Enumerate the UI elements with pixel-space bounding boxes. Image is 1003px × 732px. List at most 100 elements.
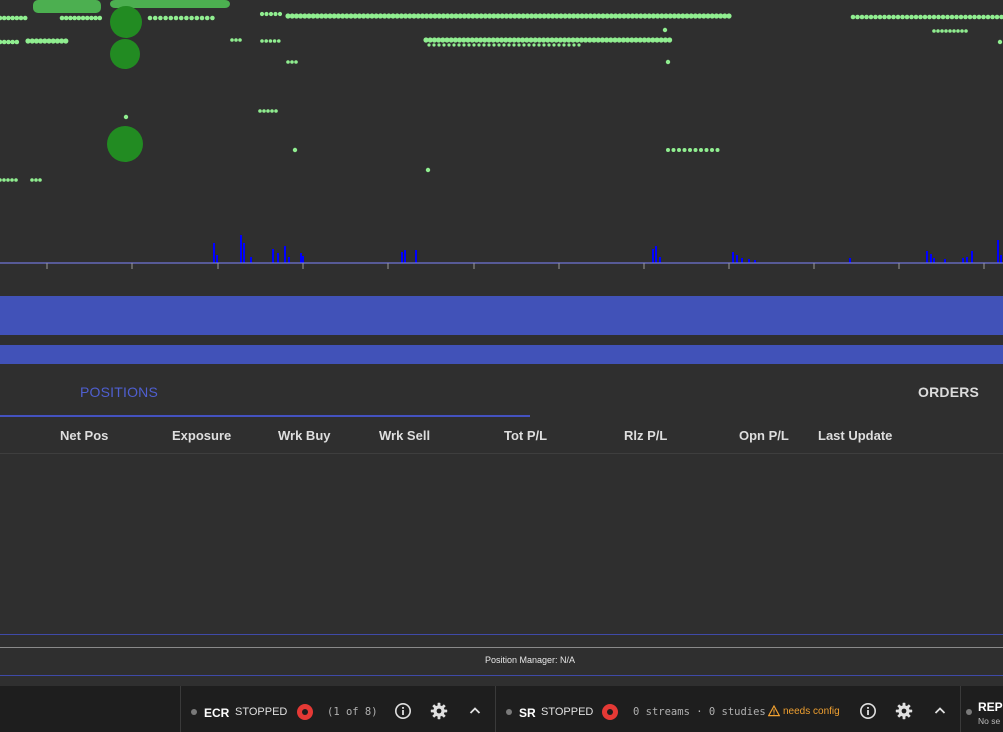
gear-icon[interactable] — [895, 702, 913, 720]
active-tab-indicator — [0, 415, 530, 417]
col-last-update[interactable]: Last Update — [818, 428, 892, 443]
trade-dot — [507, 43, 511, 47]
trade-dot — [268, 39, 273, 43]
status-bar: ECR STOPPED (1 of 8) SR STOPPED 0 stream… — [0, 686, 1003, 732]
trade-dot — [913, 14, 919, 20]
gear-icon[interactable] — [430, 702, 448, 720]
col-exposure[interactable]: Exposure — [172, 428, 231, 443]
trade-dot — [900, 14, 905, 20]
trade-dot — [30, 178, 34, 182]
trade-dot — [567, 43, 571, 47]
trade-dot — [477, 43, 481, 47]
trade-dot — [266, 109, 270, 113]
tab-positions[interactable]: POSITIONS — [80, 384, 158, 400]
status-divider — [960, 686, 961, 732]
trade-dot — [688, 148, 692, 152]
trade-block — [140, 0, 230, 8]
trade-dot — [10, 15, 15, 21]
volume-bar — [277, 253, 279, 263]
col-wrk-sell[interactable]: Wrk Sell — [379, 428, 430, 443]
trade-dot — [662, 27, 668, 33]
trade-dot — [258, 109, 262, 113]
volume-bar — [997, 240, 999, 263]
trade-dot — [84, 15, 90, 21]
trade-dot — [178, 15, 184, 21]
sr-status-dot — [506, 709, 512, 715]
trade-dot — [472, 43, 476, 47]
col-opn-pl[interactable]: Opn P/L — [739, 428, 789, 443]
chevron-up-icon[interactable] — [466, 702, 484, 720]
trade-dot — [147, 15, 153, 21]
volume-bar — [962, 258, 964, 263]
trade-dot — [1, 15, 7, 21]
info-icon[interactable] — [859, 702, 877, 720]
trade-dot — [38, 178, 42, 182]
trade-dot — [487, 43, 491, 47]
tab-orders[interactable]: ORDERS — [918, 384, 979, 400]
trade-dot — [693, 148, 698, 152]
col-rlz-pl[interactable]: Rlz P/L — [624, 428, 667, 443]
volume-bar — [284, 246, 286, 263]
trade-block — [33, 0, 101, 13]
trade-dot — [14, 178, 18, 182]
trade-dot — [268, 11, 274, 17]
volume-bar — [966, 257, 968, 263]
trade-dot — [671, 148, 676, 152]
volume-bar — [240, 235, 242, 263]
volume-bar — [659, 257, 661, 263]
trade-dot — [204, 15, 210, 21]
trade-dot — [948, 29, 952, 33]
trade-dot — [59, 15, 65, 21]
col-net-pos[interactable]: Net Pos — [60, 428, 108, 443]
col-tot-pl[interactable]: Tot P/L — [504, 428, 547, 443]
trade-dot — [63, 38, 69, 44]
trade-dot — [522, 43, 526, 47]
trade-dot — [710, 148, 714, 152]
trade-dot — [286, 60, 290, 64]
positions-orders-tabs: POSITIONS ORDERS — [0, 370, 1003, 418]
sr-name: SR — [519, 706, 536, 720]
chart-navigator-band[interactable] — [0, 345, 1003, 364]
trade-dot — [990, 14, 995, 20]
trade-dot — [936, 14, 941, 20]
chart-scrollbar-band[interactable] — [0, 296, 1003, 335]
price-chart[interactable] — [0, 0, 1003, 272]
trade-dot — [234, 38, 238, 42]
volume-bar — [216, 255, 218, 263]
volume-bar — [272, 249, 274, 263]
trade-dot — [976, 14, 982, 20]
trade-dot — [873, 14, 878, 20]
trade-dot — [972, 14, 977, 20]
trade-dot — [63, 15, 69, 21]
trade-dot — [452, 43, 456, 47]
trade-bubbles-layer — [33, 0, 230, 162]
volume-bar — [926, 251, 928, 263]
trade-dot — [994, 14, 1000, 20]
trade-dot — [952, 29, 956, 33]
record-icon[interactable] — [602, 704, 618, 720]
ecr-status-dot — [191, 709, 197, 715]
chart-canvas[interactable] — [0, 0, 1003, 272]
record-icon[interactable] — [297, 704, 313, 720]
trade-dot — [512, 43, 516, 47]
trade-dot — [80, 15, 86, 21]
trade-dot — [922, 14, 928, 20]
trade-dot — [726, 13, 732, 19]
info-icon[interactable] — [394, 702, 412, 720]
trade-dot — [552, 43, 556, 47]
trade-dot — [292, 147, 298, 153]
col-wrk-buy[interactable]: Wrk Buy — [278, 428, 331, 443]
sr-warning[interactable]: needs config — [783, 706, 840, 717]
positions-table-header: Net Pos Exposure Wrk Buy Wrk Sell Tot P/… — [0, 418, 1003, 454]
trade-dot — [238, 38, 242, 42]
trade-dot — [572, 43, 576, 47]
trade-dot — [532, 43, 536, 47]
trade-dot — [93, 15, 98, 21]
trade-dot — [1, 39, 7, 45]
trade-dot — [259, 11, 265, 17]
chevron-up-icon[interactable] — [931, 702, 949, 720]
trade-dot — [262, 109, 266, 113]
trade-dot — [997, 39, 1003, 45]
trade-dot — [260, 39, 264, 43]
trade-dot — [0, 178, 2, 182]
